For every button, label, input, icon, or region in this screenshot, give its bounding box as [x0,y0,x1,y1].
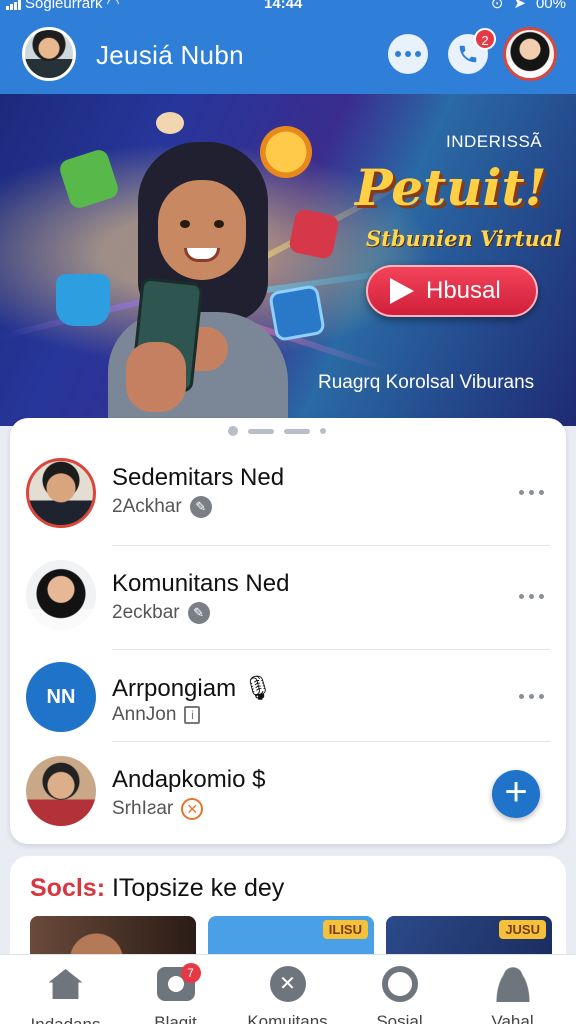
chat-avatar [26,458,96,528]
chat-subtitle-text: SrhIƨar [112,798,174,819]
chat-subtitle-text: 2Ackhar [112,496,182,517]
social-title-text: ITopsize ke dey [111,874,285,902]
chat-name: Andapkomio $ [112,766,266,793]
status-bar: Sogleurrark ◠ 14:44 ⊙ ➤ 00% [0,0,576,14]
chat-avatar: NN [26,662,96,732]
floating-app-icon [56,274,110,326]
user-icon [494,966,531,1002]
banner-cta-button[interactable]: Hbusal [366,265,538,317]
promo-banner[interactable]: INDERISSÃ Petuit! Stbunien Virtual Hbusa… [0,94,576,426]
location-icon: ➤ [513,0,526,12]
chat-subtitle: 2eckbar ✎ [112,602,210,624]
chat-avatar [26,756,96,826]
chat-subtitle: 2Ackhar ✎ [112,496,212,518]
banner-brand: INDERISSÃ [446,132,543,151]
status-right: ⊙ ➤ 00% [491,0,566,11]
thumbnail-tag: JUSU [499,920,546,939]
community-icon: ✕ [269,966,306,1002]
bottom-navigation: Indadans 7 Blagit ✕ Komuitans Sosial Vah… [0,954,576,1024]
chat-subtitle: SrhIƨar ✕ [112,798,204,820]
nav-label: Vahal [491,1012,534,1024]
app-header: Jeusiá Nubn 2 [0,14,576,94]
nav-item-social[interactable]: Sosial [342,965,457,1024]
phone-icon [459,45,477,63]
search-icon [381,966,418,1002]
nav-badge: 7 [180,963,201,983]
more-options-button[interactable] [388,34,428,74]
nav-item-community[interactable]: ✕ Komuitans [230,965,345,1024]
divider [112,741,550,742]
chat-subtitle: AnnJon i [112,704,201,726]
chat-avatar [26,560,96,630]
carousel-indicator[interactable] [228,426,326,436]
info-icon: i [184,706,201,724]
chat-more-button[interactable] [519,694,544,699]
chat-subtitle-text: 2eckbar [112,602,180,623]
tool-icon: ✎ [189,496,212,518]
play-icon [390,278,414,304]
status-left: Sogleurrark ◠ [6,0,120,11]
tool-icon: ✎ [187,602,210,624]
banner-subtitle: Stbunien Virtual [366,226,562,251]
divider [112,545,550,546]
nav-label: Indadans [8,1015,123,1024]
chat-name: Sedemitars Ned [112,464,285,491]
nav-label: Komuitans [247,1012,328,1024]
divider [112,649,550,650]
user-avatar[interactable] [22,27,76,81]
nav-label: Sosial [376,1012,423,1024]
social-title: Socls: ITopsize ke dey [30,874,284,903]
status-time: 14:44 [264,0,303,12]
nav-label: Blagit [154,1013,197,1024]
chat-subtitle-text: AnnJon [112,704,177,725]
cancel-icon: ✕ [181,798,204,820]
chat-name-text: Arrpongiam [112,675,237,702]
nav-item-home[interactable]: Indadans [8,965,123,1024]
thumbnail-tag: ILISU [322,920,368,939]
nav-item-chats[interactable]: 7 Blagit [118,963,233,1024]
chat-row[interactable]: Andapkomio $ SrhIƨar ✕ [10,756,566,836]
add-chat-button[interactable]: + [492,770,540,818]
header-title: Jeusiá Nubn [96,40,244,70]
banner-title: Petuit! [355,158,547,217]
profile-avatar[interactable] [503,27,557,81]
chat-more-button[interactable] [519,490,544,495]
ellipsis-icon [395,51,421,57]
signal-icon [6,0,21,10]
chat-row[interactable]: Sedemitars Ned 2Ackhar ✎ [10,458,566,564]
banner-caption: Ruagrq Korolsal Viburans [318,372,535,393]
chat-row[interactable]: NN Arrpongiam 🎙 AnnJon i [10,662,566,752]
battery-percent: 00% [535,0,566,12]
chat-row[interactable]: Komunitans Ned 2eckbar ✎ [10,560,566,666]
chat-name: Arrpongiam 🎙 [112,674,273,703]
banner-cta-label: Hbusal [426,277,501,304]
chat-more-button[interactable] [519,594,544,599]
chat-list-card: Sedemitars Ned 2Ackhar ✎ Komunitans Ned … [10,418,566,844]
home-icon [48,969,83,999]
call-button[interactable]: 2 [448,28,496,74]
plus-icon: + [504,770,528,814]
chat-name: Komunitans Ned [112,570,290,597]
social-accent: Socls: [30,874,106,902]
microphone-icon: 🎙 [242,675,274,702]
carrier-name: Sogleurrark [25,0,103,12]
floating-app-icon [156,112,184,134]
call-badge: 2 [474,28,496,50]
wifi-icon: ◠ [106,0,120,12]
nav-item-profile[interactable]: Vahal [455,965,570,1024]
banner-illustration [108,142,298,426]
alarm-icon: ⊙ [490,0,504,12]
